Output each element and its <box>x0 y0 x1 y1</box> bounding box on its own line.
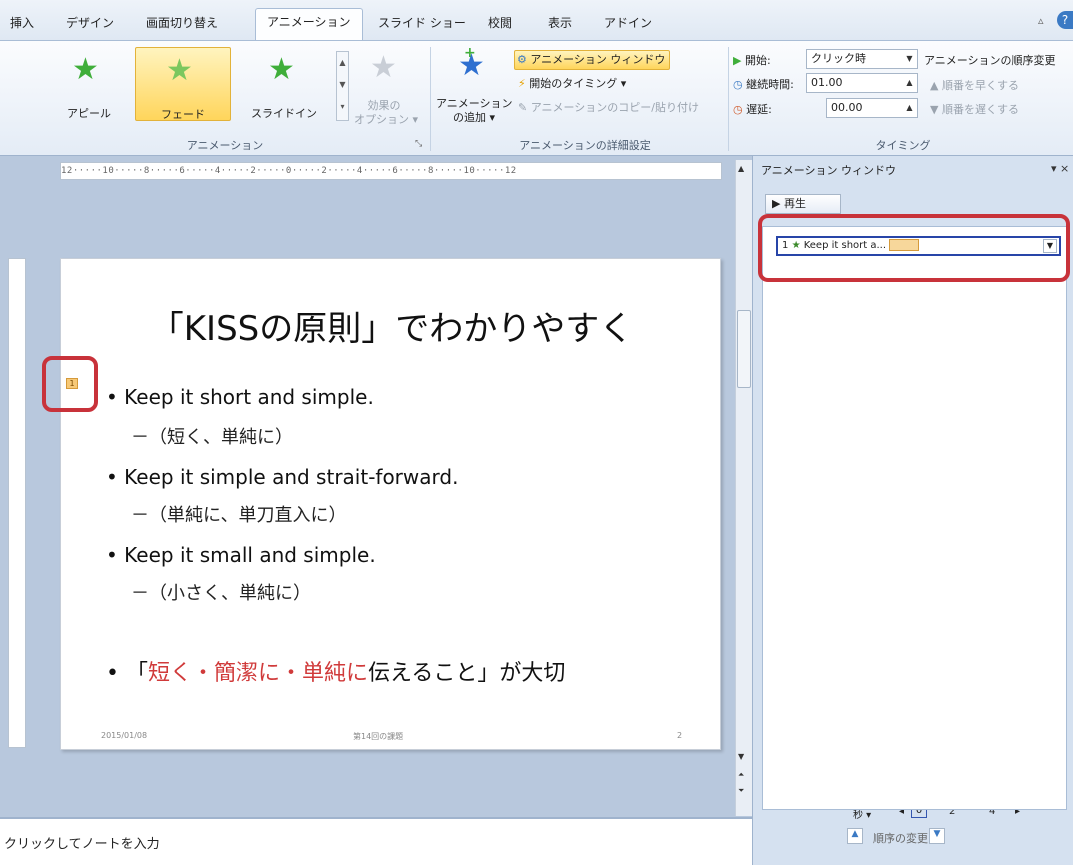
appear-star-icon: ★ <box>72 52 99 87</box>
sub-bullet-3[interactable]: －（小さく、単純に） <box>131 579 311 605</box>
reorder-title: アニメーションの順序変更 <box>924 54 1056 67</box>
reorder-label: 順序の変更 <box>873 832 928 845</box>
horizontal-ruler: 12·····10·····8·····6·····4·····2·····0·… <box>60 162 722 180</box>
sub-bullet-1[interactable]: －（短く、単純に） <box>131 423 293 449</box>
next-slide-icon[interactable]: ⏷ <box>738 786 744 796</box>
animation-pane-icon: ⚙ <box>517 53 527 66</box>
bullet-1[interactable]: • Keep it short and simple. <box>106 385 374 409</box>
pane-menu-icon[interactable]: ▾ × <box>1051 162 1069 175</box>
help-icon[interactable]: ? <box>1057 11 1073 29</box>
clock-icon: ◷ <box>733 78 743 91</box>
move-down-icon[interactable]: ▼ <box>929 828 945 844</box>
play-button[interactable]: ▶ 再生 <box>765 194 841 214</box>
up-arrow-icon: ▲ <box>930 79 939 92</box>
tab-slideshow[interactable]: スライド ショー <box>378 10 466 40</box>
tab-review[interactable]: 校閲 <box>488 10 512 40</box>
play-small-icon: ▶ <box>733 54 742 67</box>
minimize-ribbon-icon[interactable]: ▵ <box>1038 14 1044 27</box>
effect-fade-button[interactable]: ★ フェード <box>135 47 231 121</box>
gallery-scroll[interactable]: ▲ ▼ ▾ <box>336 51 349 121</box>
ribbon: ★ アピール ★ フェード ★ スライドイン ▲ ▼ ▾ ★ 効果の オプション ▾… <box>0 40 1073 156</box>
plus-icon: + <box>464 45 476 61</box>
effect-appear-button[interactable]: ★ アピール <box>50 47 128 121</box>
notes-placeholder: クリックしてノートを入力 <box>4 837 160 852</box>
ribbon-tab-bar: 挿入 デザイン 画面切り替え アニメーション スライド ショー 校閲 表示 アド… <box>0 0 1073 41</box>
move-earlier-button[interactable]: ▲ 順番を早くする <box>930 77 1019 93</box>
sub-bullet-2[interactable]: －（単純に、単刀直入に） <box>131 501 346 527</box>
spinner-icon: ▲ <box>906 78 913 87</box>
animation-painter-button[interactable]: ✎ アニメーションのコピー/貼り付け <box>518 99 699 115</box>
painter-icon: ✎ <box>518 101 528 114</box>
scroll-up-icon[interactable]: ▲ <box>738 164 744 173</box>
effect-options-button[interactable]: ★ 効果の オプション ▾ <box>354 47 418 131</box>
slide-canvas[interactable]: 「KISSの原則」でわかりやすく • Keep it short and sim… <box>60 258 721 750</box>
chevron-down-icon: ▼ <box>906 54 913 63</box>
divider <box>430 47 431 151</box>
group-label-timing: タイミング <box>875 139 931 152</box>
bullet-3[interactable]: • Keep it small and simple. <box>106 543 376 567</box>
group-label-advanced: アニメーションの詳細設定 <box>519 139 651 152</box>
fade-star-icon: ★ <box>166 53 193 88</box>
scroll-thumb[interactable] <box>737 310 751 388</box>
dialog-launcher-icon[interactable]: ⤡ <box>415 139 422 149</box>
footer-center: 第14回の課題 <box>353 732 404 741</box>
duration-input[interactable]: 01.00 ▲ <box>806 73 918 93</box>
divider <box>728 47 729 151</box>
delay-clock-icon: ◷ <box>733 103 743 116</box>
start-label: ▶ 開始: <box>733 54 771 67</box>
animation-list <box>762 226 1067 810</box>
footer-date: 2015/01/08 <box>101 731 148 740</box>
start-select[interactable]: クリック時 ▼ <box>806 49 918 69</box>
footer-page: 2 <box>677 731 683 740</box>
prev-slide-icon[interactable]: ⏶ <box>738 770 744 780</box>
notes-pane[interactable]: クリックしてノートを入力 <box>0 817 752 865</box>
bullet-4[interactable]: • 「短く・簡潔に・単純に伝えること」が大切 <box>106 655 565 687</box>
move-up-icon[interactable]: ▲ <box>847 828 863 844</box>
down-arrow-icon: ▼ <box>930 103 939 116</box>
animation-pane-button[interactable]: ⚙ アニメーション ウィンドウ <box>514 50 671 70</box>
delay-label: ◷ 遅延: <box>733 103 772 116</box>
effect-slidein-button[interactable]: ★ スライドイン <box>234 47 334 121</box>
highlight-box-pane <box>758 214 1070 282</box>
group-label-animation: アニメーション <box>186 139 264 152</box>
trigger-button[interactable]: ⚡ 開始のタイミング ▾ <box>518 75 626 91</box>
tab-animations[interactable]: アニメーション <box>255 8 363 41</box>
bullet-2[interactable]: • Keep it simple and strait-forward. <box>106 465 458 489</box>
vertical-ruler <box>8 258 26 748</box>
tab-addins[interactable]: アドイン <box>604 10 652 40</box>
delay-input[interactable]: 00.00 ▲ <box>826 98 918 118</box>
spinner-icon: ▲ <box>906 103 913 112</box>
slide-title[interactable]: 「KISSの原則」でわかりやすく <box>61 301 722 350</box>
slidein-star-icon: ★ <box>268 52 295 87</box>
effect-options-star-icon: ★ <box>370 50 397 85</box>
scroll-down-icon[interactable]: ▼ <box>738 752 744 761</box>
tab-design[interactable]: デザイン <box>66 10 114 40</box>
lightning-icon: ⚡ <box>518 77 526 90</box>
tab-insert[interactable]: 挿入 <box>10 10 34 40</box>
vertical-scrollbar[interactable]: ▲ ▼ ⏶ ⏷ <box>735 160 752 816</box>
add-animation-button[interactable]: ★ + アニメーション の追加 ▾ <box>436 45 513 131</box>
highlight-box-tag <box>42 356 98 412</box>
tab-transitions[interactable]: 画面切り替え <box>146 10 218 40</box>
pane-title: アニメーション ウィンドウ <box>761 164 897 177</box>
move-later-button[interactable]: ▼ 順番を遅くする <box>930 101 1019 117</box>
tab-view[interactable]: 表示 <box>548 10 572 40</box>
duration-label: ◷ 継続時間: <box>733 78 794 91</box>
